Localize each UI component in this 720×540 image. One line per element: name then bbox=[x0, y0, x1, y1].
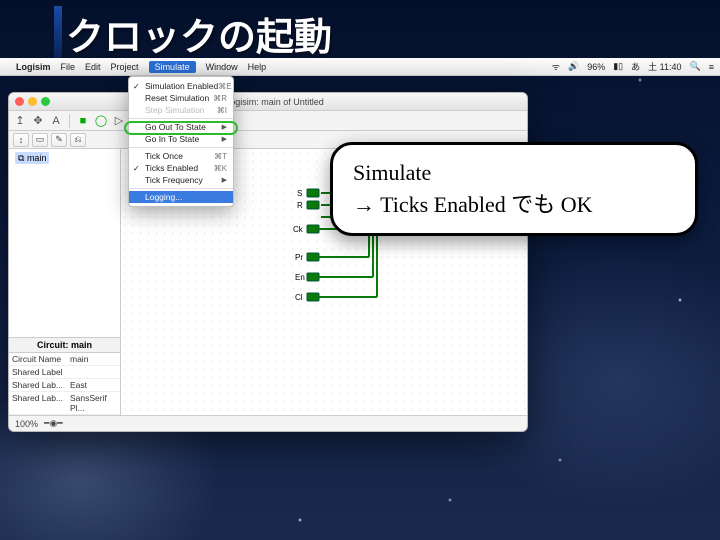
poke-tool-icon[interactable]: ✥ bbox=[31, 114, 45, 128]
sidebar: ⧉ main Circuit: main Circuit Namemain Sh… bbox=[9, 149, 121, 415]
menu-extras-icon[interactable]: ≡ bbox=[709, 62, 714, 72]
tool-btn-2[interactable]: ▭ bbox=[32, 133, 48, 147]
circuit-icon: ⧉ bbox=[18, 153, 27, 163]
prop-row: Shared Lab...SansSerif Pl... bbox=[9, 392, 120, 415]
window-title: Logisim: main of Untitled bbox=[28, 97, 521, 107]
properties-table[interactable]: Circuit Namemain Shared Label Shared Lab… bbox=[9, 353, 120, 415]
spotlight-icon[interactable]: 🔍 bbox=[690, 61, 701, 72]
menu-file[interactable]: File bbox=[61, 62, 76, 72]
battery-icon[interactable]: ▮▯ bbox=[613, 61, 623, 72]
callout-bubble: Simulate → Ticks Enabled でも OK bbox=[330, 142, 698, 236]
text-tool-icon[interactable]: A bbox=[49, 114, 63, 128]
svg-text:Ck: Ck bbox=[293, 225, 304, 234]
menu-reset-sim[interactable]: Reset Simulation⌘R bbox=[129, 92, 233, 104]
menu-go-out[interactable]: Go Out To State▶ bbox=[129, 121, 233, 133]
zoom-slider[interactable]: ━◉━ bbox=[44, 418, 63, 429]
menu-logging[interactable]: Logging... bbox=[129, 191, 233, 203]
wifi-icon[interactable]: ᯤ bbox=[552, 60, 560, 73]
menu-ticks-enabled[interactable]: Ticks Enabled⌘K bbox=[129, 162, 233, 174]
prop-row: Shared Label bbox=[9, 366, 120, 379]
tool-btn-3[interactable]: ✎ bbox=[51, 133, 67, 147]
callout-line1: Simulate bbox=[353, 157, 675, 189]
volume-icon[interactable]: 🔊 bbox=[568, 61, 579, 72]
input-pin-icon[interactable]: ■ bbox=[76, 114, 90, 128]
tool-btn-4[interactable]: ⎌ bbox=[70, 133, 86, 147]
mac-menubar: Logisim File Edit Project Simulate Windo… bbox=[0, 58, 720, 76]
tree-node-main[interactable]: ⧉ main bbox=[15, 152, 49, 164]
tool-btn-1[interactable]: ↕ bbox=[13, 133, 29, 147]
callout-line2: → Ticks Enabled でも OK bbox=[353, 189, 675, 221]
slide-title: クロックの起動 bbox=[54, 6, 332, 61]
zoom-level[interactable]: 100% bbox=[15, 419, 38, 429]
menu-help[interactable]: Help bbox=[248, 62, 267, 72]
svg-text:Pr: Pr bbox=[295, 253, 303, 262]
properties-title: Circuit: main bbox=[9, 337, 120, 353]
svg-text:En: En bbox=[295, 273, 305, 282]
menu-app[interactable]: Logisim bbox=[16, 62, 51, 72]
menu-project[interactable]: Project bbox=[111, 62, 139, 72]
window-titlebar[interactable]: Logisim: main of Untitled bbox=[9, 93, 527, 111]
svg-text:S: S bbox=[297, 189, 302, 198]
not-gate-icon[interactable]: ▷ bbox=[112, 114, 126, 128]
output-pin-icon[interactable]: ◯ bbox=[94, 114, 108, 128]
menu-go-in[interactable]: Go In To State▶ bbox=[129, 133, 233, 145]
prop-row: Shared Lab...East bbox=[9, 379, 120, 392]
status-bar: 100% ━◉━ bbox=[9, 415, 527, 431]
menu-sim-enabled[interactable]: Simulation Enabled⌘E bbox=[129, 80, 233, 92]
battery-pct: 96% bbox=[587, 62, 605, 72]
prop-row: Circuit Namemain bbox=[9, 353, 120, 366]
toolbar: ↥ ✥ A ■ ◯ ▷ ▱ ◗ bbox=[9, 111, 527, 131]
menu-tick-freq[interactable]: Tick Frequency▶ bbox=[129, 174, 233, 186]
menu-window[interactable]: Window bbox=[206, 62, 238, 72]
menu-edit[interactable]: Edit bbox=[85, 62, 101, 72]
clock-time[interactable]: 土 11:40 bbox=[648, 60, 681, 73]
menu-simulate[interactable]: Simulate bbox=[149, 61, 196, 73]
cursor-tool-icon[interactable]: ↥ bbox=[13, 114, 27, 128]
arrow-icon: → bbox=[353, 192, 375, 217]
menu-step-sim: Step Simulation⌘I bbox=[129, 104, 233, 116]
svg-text:R: R bbox=[297, 201, 303, 210]
ime-indicator[interactable]: あ bbox=[631, 60, 640, 73]
close-icon[interactable] bbox=[15, 97, 24, 106]
simulate-menu-dropdown: Simulation Enabled⌘E Reset Simulation⌘R … bbox=[128, 76, 234, 207]
menu-tick-once[interactable]: Tick Once⌘T bbox=[129, 150, 233, 162]
project-tree[interactable]: ⧉ main bbox=[9, 149, 120, 168]
svg-text:Cl: Cl bbox=[295, 293, 303, 302]
